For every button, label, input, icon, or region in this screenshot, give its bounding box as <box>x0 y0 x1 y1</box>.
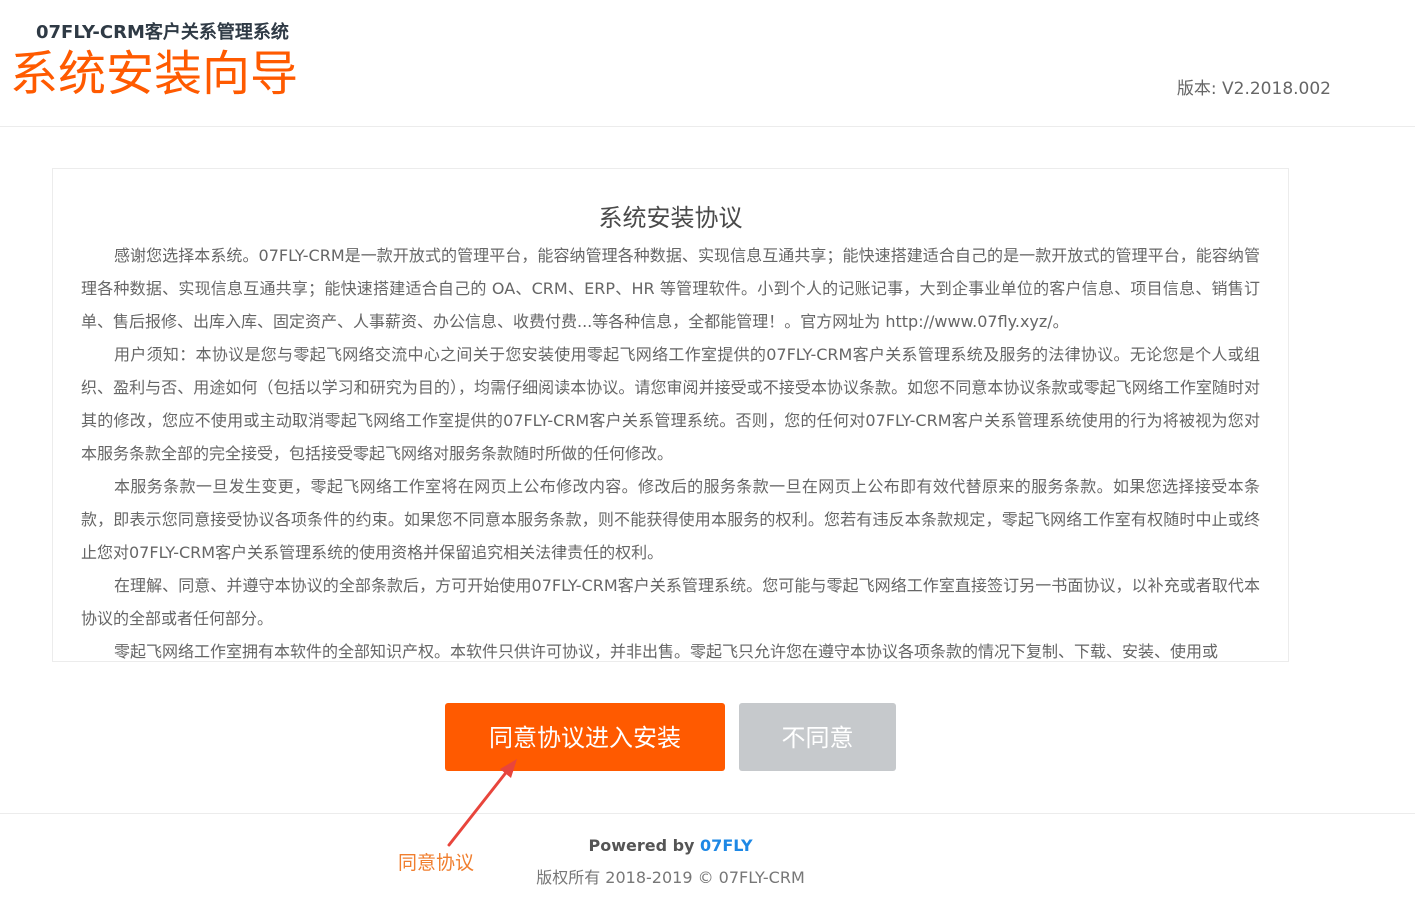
agreement-paragraph: 在理解、同意、并遵守本协议的全部条款后，方可开始使用07FLY-CRM客户关系管… <box>81 576 1260 628</box>
agreement-panel[interactable]: 系统安装协议 感谢您选择本系统。07FLY-CRM是一款开放式的管理平台，能容纳… <box>52 168 1289 662</box>
brand-subtitle: 07FLY-CRM客户关系管理系统 <box>36 22 289 43</box>
copyright-text: 版权所有 2018-2019 © 07FLY-CRM <box>536 868 805 887</box>
page-footer: Powered by 07FLY 版权所有 2018-2019 © 07FLY-… <box>0 813 1415 900</box>
agreement-body: 感谢您选择本系统。07FLY-CRM是一款开放式的管理平台，能容纳管理各种数据、… <box>53 235 1288 661</box>
annotation-label: 同意协议 <box>398 852 475 874</box>
agree-install-button[interactable]: 同意协议进入安装 <box>445 703 725 771</box>
page-title: 系统安装向导 <box>10 46 299 102</box>
version-label: 版本: V2.2018.002 <box>1176 79 1331 99</box>
powered-by: Powered by 07FLY <box>0 836 1341 855</box>
powered-prefix: Powered by <box>588 836 701 855</box>
agreement-title: 系统安装协议 <box>598 204 743 232</box>
agreement-paragraph: 本服务条款一旦发生变更，零起飞网络工作室将在网页上公布修改内容。修改后的服务条款… <box>81 477 1260 562</box>
page-header: 07FLY-CRM客户关系管理系统 系统安装向导 版本: V2.2018.002 <box>0 0 1415 127</box>
disagree-button[interactable]: 不同意 <box>739 703 896 771</box>
powered-brand-link[interactable]: 07FLY <box>700 836 752 855</box>
agreement-paragraph: 用户须知：本协议是您与零起飞网络交流中心之间关于您安装使用零起飞网络工作室提供的… <box>81 345 1260 463</box>
agreement-paragraph: 零起飞网络工作室拥有本软件的全部知识产权。本软件只供许可协议，并非出售。零起飞只… <box>114 642 1219 661</box>
agreement-paragraph: 感谢您选择本系统。07FLY-CRM是一款开放式的管理平台，能容纳管理各种数据、… <box>81 246 1260 331</box>
